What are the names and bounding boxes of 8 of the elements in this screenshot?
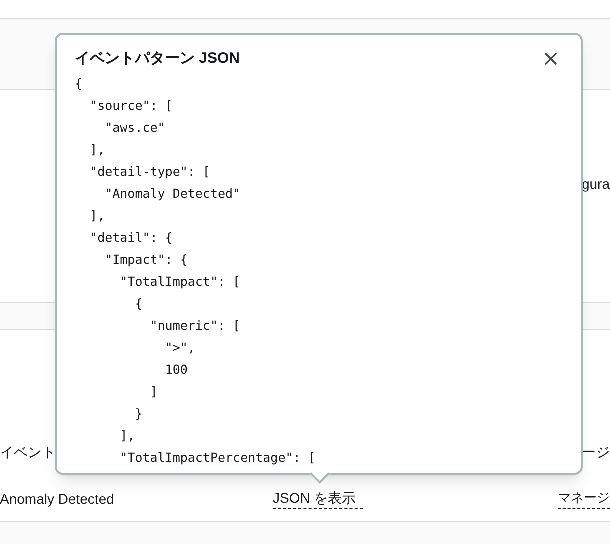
- popover-title: イベントパターン JSON: [75, 48, 240, 69]
- json-code: { "source": [ "aws.ce" ], "detail-type": [ "Anomaly Detected" ], "detail": { "Impact": { "TotalImpact": [ { "numeric": [ ">", 100 ] } ], "TotalImpactPercentage": [: [75, 75, 317, 467]
- show-json-link[interactable]: JSON を表示: [273, 488, 363, 509]
- column-header: イベント: [0, 443, 56, 462]
- table-link[interactable]: マネージ: [558, 488, 610, 509]
- column-header: ージ: [582, 443, 610, 462]
- table-cell-text: Anomaly Detected: [0, 490, 116, 508]
- column-label: gura: [582, 175, 610, 194]
